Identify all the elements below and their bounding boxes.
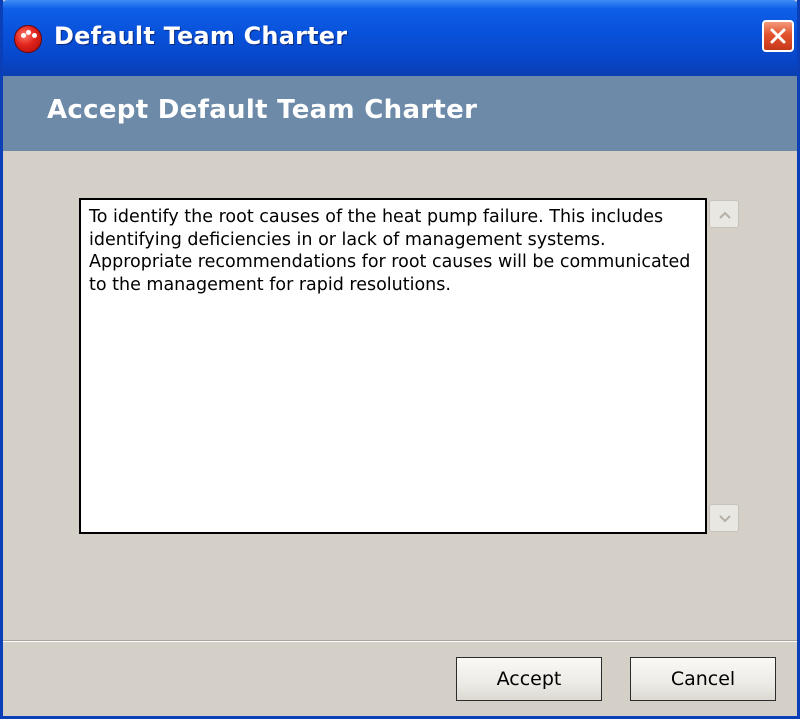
page-title: Accept Default Team Charter bbox=[47, 95, 478, 125]
close-button[interactable] bbox=[762, 20, 794, 52]
scroll-down-button[interactable] bbox=[709, 504, 739, 532]
close-icon bbox=[770, 28, 786, 44]
window-title: Default Team Charter bbox=[54, 22, 348, 50]
charter-textarea[interactable]: To identify the root causes of the heat … bbox=[79, 198, 707, 534]
chevron-down-icon bbox=[719, 515, 731, 523]
content-area: To identify the root causes of the heat … bbox=[3, 151, 797, 641]
red-app-icon bbox=[14, 25, 42, 53]
title-bar[interactable]: Default Team Charter bbox=[3, 0, 797, 76]
accept-button[interactable]: Accept bbox=[456, 657, 602, 701]
chevron-up-icon bbox=[719, 211, 731, 219]
dialog-window: Default Team Charter Accept Default Team… bbox=[0, 0, 800, 719]
charter-text-box: To identify the root causes of the heat … bbox=[79, 198, 741, 534]
scroll-up-button[interactable] bbox=[709, 200, 739, 228]
footer-bar: Accept Cancel bbox=[3, 642, 797, 716]
cancel-button[interactable]: Cancel bbox=[630, 657, 776, 701]
header-band: Accept Default Team Charter bbox=[3, 76, 797, 151]
vertical-scrollbar[interactable] bbox=[707, 198, 741, 534]
